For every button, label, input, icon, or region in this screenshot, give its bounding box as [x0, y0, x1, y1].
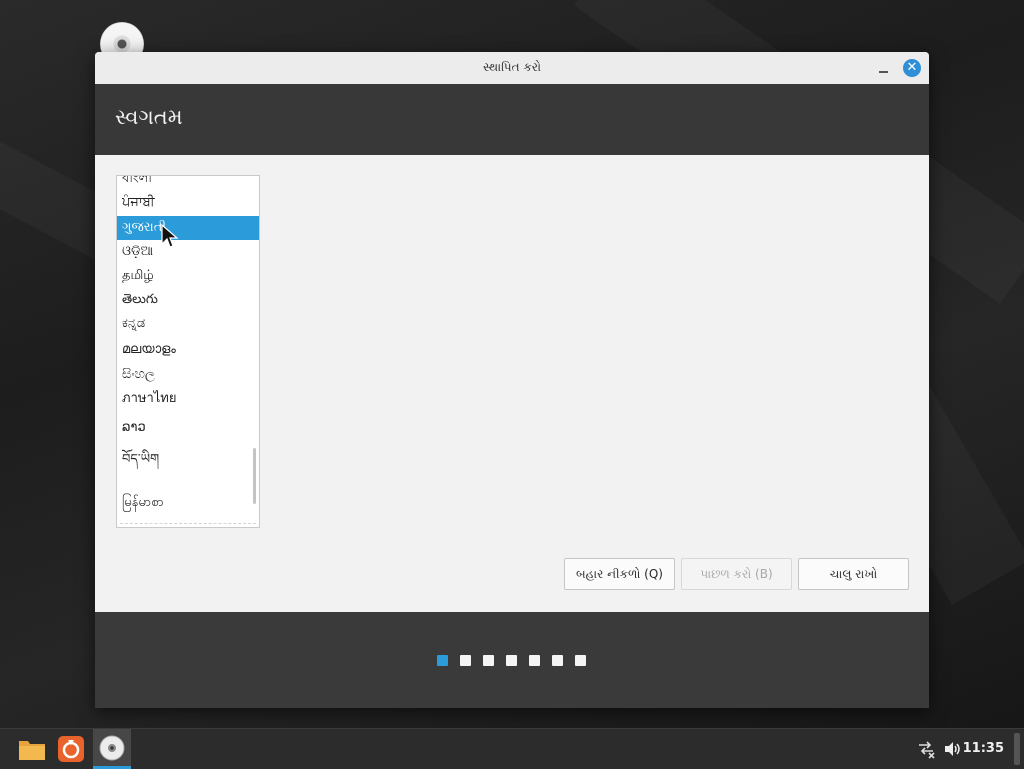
- language-list-item[interactable]: ଓଡ଼ିଆ: [117, 240, 259, 264]
- window-titlebar[interactable]: સ્થાપિત કરો ✕: [95, 52, 929, 85]
- folder-icon: [19, 741, 45, 760]
- step-indicator-dot: [552, 655, 563, 666]
- back-button[interactable]: પાછળ કરો (B): [681, 558, 792, 590]
- step-indicator-dot: [506, 655, 517, 666]
- volume-icon[interactable]: [942, 739, 962, 759]
- network-disconnected-icon[interactable]: [916, 739, 936, 759]
- installer-app-icon: [58, 736, 84, 762]
- step-indicator-dot: [483, 655, 494, 666]
- quit-button[interactable]: બહાર નીકળો (Q): [564, 558, 675, 590]
- installer-launcher[interactable]: [53, 729, 91, 769]
- installer-window: સ્થાપિત કરો ✕ સ્વગતમ বাংলা ਪੰਜਾਬੀ ગુજરાતી ଓ…: [95, 52, 929, 708]
- mouse-cursor-icon: [161, 224, 179, 248]
- step-indicator-dot: [437, 655, 448, 666]
- show-desktop-handle[interactable]: [1014, 733, 1020, 765]
- disc-icon: [99, 735, 125, 761]
- taskbar: 11:35: [0, 728, 1024, 769]
- step-indicator-dot: [529, 655, 540, 666]
- window-title: સ્થાપિત કરો: [482, 60, 542, 74]
- page-header: સ્વગતમ: [95, 84, 929, 155]
- step-indicator-dot: [460, 655, 471, 666]
- continue-button[interactable]: ચાલુ રાખો: [798, 558, 909, 590]
- language-list-item[interactable]: မြန်မာစာ: [117, 491, 259, 515]
- disc-launcher[interactable]: [93, 729, 131, 769]
- content-area: বাংলা ਪੰਜਾਬੀ ગુજરાતી ଓଡ଼ିଆ தமிழ் తెలుగు ಕನ್ನಡ മ…: [95, 155, 929, 612]
- step-indicator-dot: [575, 655, 586, 666]
- language-list-item[interactable]: ລາວ: [117, 416, 259, 440]
- language-list-item[interactable]: ಕನ್ನಡ: [117, 312, 259, 336]
- clock[interactable]: 11:35: [963, 741, 1004, 756]
- close-button[interactable]: ✕: [903, 59, 921, 77]
- language-list[interactable]: বাংলা ਪੰਜਾਬੀ ગુજરાતી ଓଡ଼ିଆ தமிழ் తెలుగు ಕನ್ನಡ മ…: [116, 175, 260, 528]
- minimize-icon: [879, 71, 888, 73]
- language-list-item[interactable]: தமிழ்: [117, 264, 259, 288]
- language-list-item[interactable]: ਪੰਜਾਬੀ: [117, 191, 259, 215]
- language-list-item[interactable]: বাংলা: [117, 176, 259, 191]
- step-footer: [95, 612, 929, 708]
- file-manager-launcher[interactable]: [13, 729, 51, 769]
- language-list-item[interactable]: తెలుగు: [117, 288, 259, 312]
- page-title: સ્વગતમ: [115, 105, 183, 129]
- language-list-item[interactable]: ภาษาไทย: [117, 387, 259, 411]
- language-list-item[interactable]: ગુજરાતી: [117, 216, 259, 240]
- language-list-item[interactable]: සිංහල: [117, 363, 259, 387]
- minimize-button[interactable]: [877, 60, 891, 74]
- language-list-item[interactable]: മലയാളം: [117, 338, 259, 362]
- language-list-item[interactable]: བོད་ཡིག: [117, 448, 259, 472]
